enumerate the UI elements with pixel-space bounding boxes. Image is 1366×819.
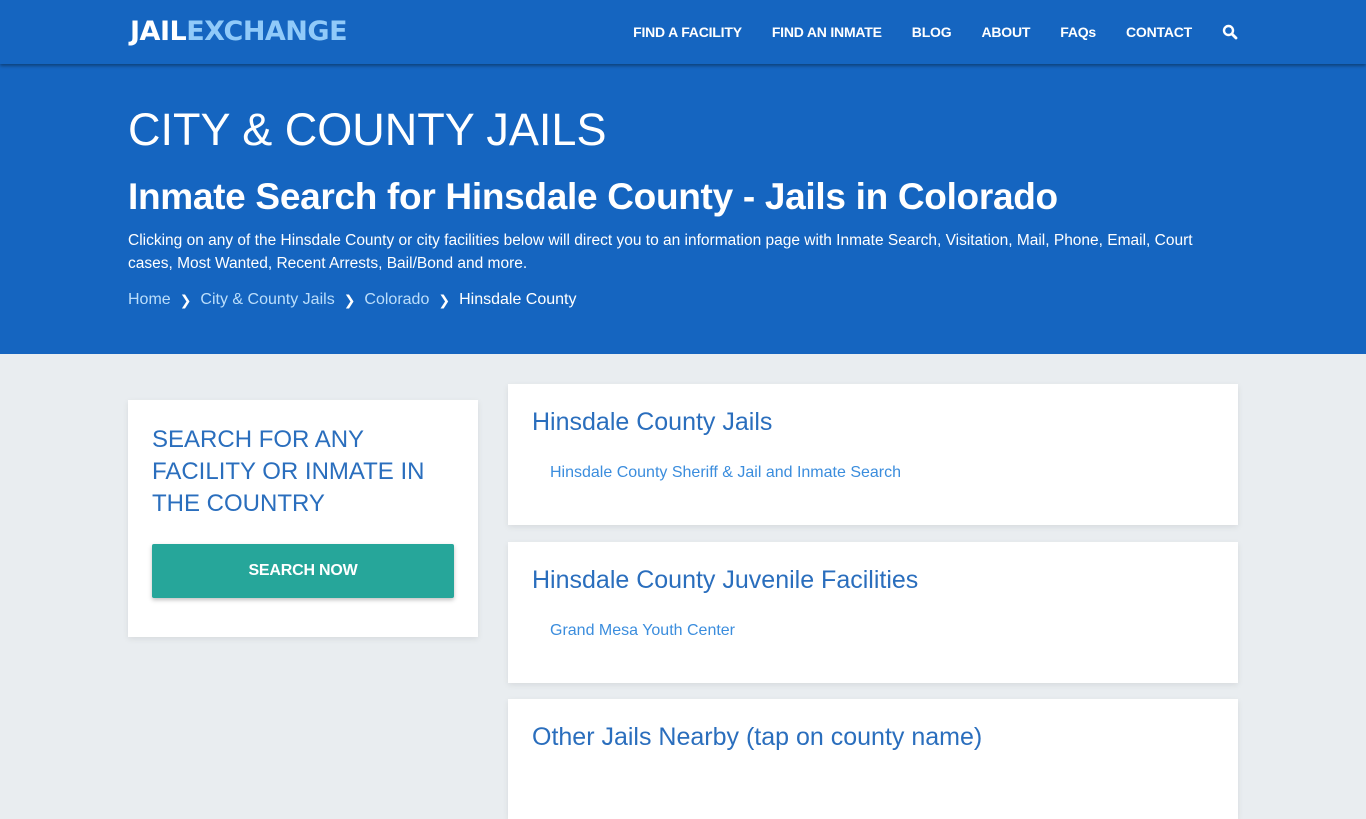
breadcrumb-colorado[interactable]: Colorado [364, 291, 429, 309]
nav-find-inmate[interactable]: FIND AN INMATE [772, 24, 882, 40]
facility-link[interactable]: Hinsdale County Sheriff & Jail and Inmat… [550, 464, 901, 482]
main-nav: FIND A FACILITY FIND AN INMATE BLOG ABOU… [603, 0, 1238, 64]
nav-contact[interactable]: CONTACT [1126, 24, 1192, 40]
section-title: Hinsdale County Jails [532, 408, 773, 436]
chevron-right-icon: ❯ [343, 291, 356, 308]
site-logo[interactable]: JAILEXCHANGE [130, 16, 348, 47]
search-promo-card: SEARCH FOR ANY FACILITY OR INMATE IN THE… [128, 400, 478, 637]
facility-link[interactable]: Grand Mesa Youth Center [550, 622, 735, 640]
section-title: Hinsdale County Juvenile Facilities [532, 566, 919, 594]
county-jails-card: Hinsdale County Jails Hinsdale County Sh… [508, 384, 1238, 525]
logo-exchange-text: EXCHANGE [186, 16, 348, 47]
nearby-jails-card: Other Jails Nearby (tap on county name) [508, 699, 1238, 819]
juvenile-facilities-card: Hinsdale County Juvenile Facilities Gran… [508, 542, 1238, 683]
chevron-right-icon: ❯ [179, 291, 192, 308]
nav-faqs[interactable]: FAQs [1060, 24, 1096, 40]
breadcrumb-current: Hinsdale County [459, 291, 577, 308]
breadcrumb-city-county-jails[interactable]: City & County Jails [200, 291, 334, 309]
logo-jail-text: JAIL [130, 16, 187, 47]
nav-find-facility[interactable]: FIND A FACILITY [633, 24, 742, 40]
nav-about[interactable]: ABOUT [981, 24, 1030, 40]
hero-banner: CITY & COUNTY JAILS Inmate Search for Hi… [0, 64, 1366, 354]
nav-blog[interactable]: BLOG [912, 24, 952, 40]
chevron-right-icon: ❯ [438, 291, 451, 308]
search-now-button[interactable]: SEARCH NOW [152, 544, 454, 598]
breadcrumb-home[interactable]: Home [128, 291, 171, 309]
search-promo-heading: SEARCH FOR ANY FACILITY OR INMATE IN THE… [152, 426, 425, 517]
search-icon[interactable] [1222, 24, 1238, 40]
page-title: Inmate Search for Hinsdale County - Jail… [128, 176, 1058, 217]
section-title: Other Jails Nearby (tap on county name) [532, 723, 983, 751]
page-category-title: CITY & COUNTY JAILS [128, 104, 607, 155]
top-navbar: JAILEXCHANGE FIND A FACILITY FIND AN INM… [0, 0, 1366, 64]
page-description: Clicking on any of the Hinsdale County o… [128, 232, 1193, 272]
breadcrumb: Home ❯ City & County Jails ❯ Colorado ❯ … [128, 291, 577, 309]
